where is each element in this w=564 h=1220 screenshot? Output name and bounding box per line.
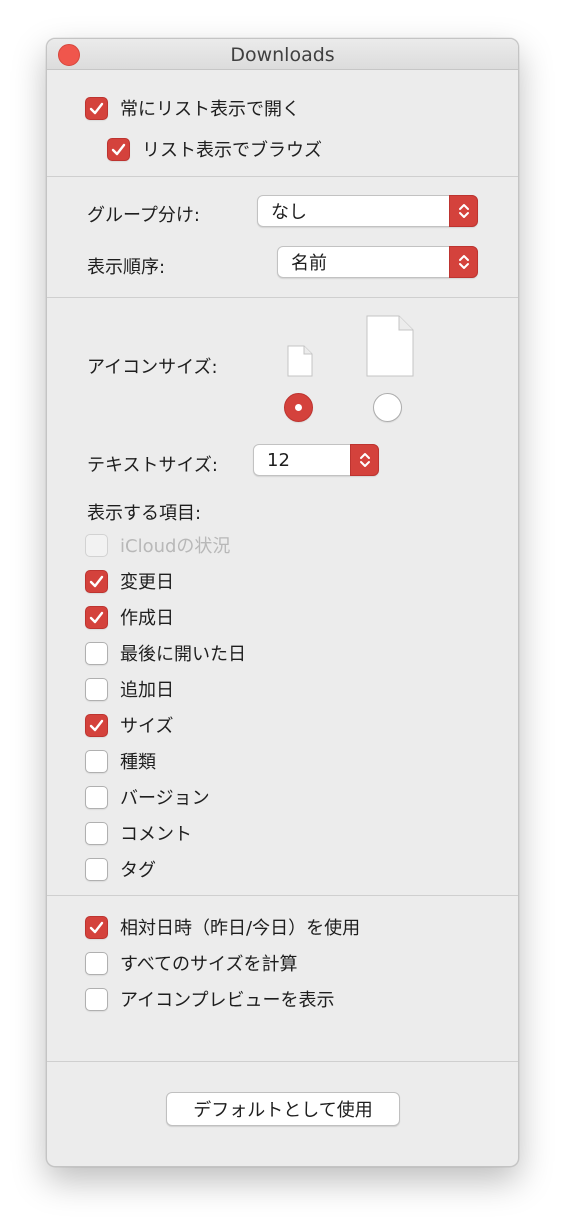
option-checkbox-row[interactable]: 作成日: [85, 604, 174, 630]
checkbox-box[interactable]: [85, 605, 108, 629]
checkbox-box[interactable]: [107, 137, 130, 161]
checkbox-box[interactable]: [85, 749, 108, 773]
browse-list-checkbox[interactable]: リスト表示でブラウズ: [107, 136, 322, 162]
checkbox-box[interactable]: [85, 96, 108, 120]
always-open-list-checkbox[interactable]: 常にリスト表示で開く: [85, 95, 300, 121]
large-icon-radio[interactable]: [373, 393, 402, 422]
option-checkbox-row[interactable]: アイコンプレビューを表示: [85, 986, 335, 1012]
group-by-popup[interactable]: なし: [257, 195, 478, 227]
divider: [47, 176, 518, 177]
title-bar[interactable]: Downloads: [47, 39, 518, 70]
option-checkbox-row[interactable]: すべてのサイズを計算: [85, 950, 297, 976]
view-options-window: Downloads 常にリスト表示で開く リスト表示でブラウズ グループ分け: …: [46, 38, 519, 1167]
sort-by-popup[interactable]: 名前: [277, 246, 478, 278]
popup-stepper[interactable]: [449, 195, 478, 227]
checkbox-box[interactable]: [85, 857, 108, 881]
checkbox-label: バージョン: [120, 788, 210, 809]
group-by-label: グループ分け:: [87, 205, 200, 226]
option-checkbox-row[interactable]: コメント: [85, 820, 192, 846]
checkbox-label: リスト表示でブラウズ: [142, 140, 322, 161]
checkbox-box[interactable]: [85, 677, 108, 701]
checkbox-label: サイズ: [120, 716, 174, 737]
popup-stepper[interactable]: [350, 444, 379, 476]
checkbox-box[interactable]: [85, 785, 108, 809]
checkbox-label: 相対日時（昨日/今日）を使用: [120, 918, 361, 939]
updown-chevron-icon: [359, 453, 370, 467]
checkbox-label: アイコンプレビューを表示: [120, 990, 335, 1011]
large-document-icon: [366, 315, 414, 377]
window-title: Downloads: [230, 44, 335, 66]
checkbox-label: 最後に開いた日: [120, 644, 246, 665]
checkbox-box[interactable]: [85, 987, 108, 1011]
checkbox-box[interactable]: [85, 821, 108, 845]
radio-dot: [295, 404, 302, 411]
divider: [47, 297, 518, 298]
small-document-icon: [287, 345, 313, 377]
icon-size-label: アイコンサイズ:: [87, 357, 218, 378]
checkbox-label: 作成日: [120, 608, 174, 629]
option-checkbox-row[interactable]: 相対日時（昨日/今日）を使用: [85, 914, 360, 940]
checkbox-label: コメント: [120, 824, 192, 845]
show-columns-heading: 表示する項目:: [87, 503, 202, 524]
small-icon-radio[interactable]: [284, 393, 313, 422]
checkmark-icon: [89, 611, 104, 623]
text-size-value: 12: [267, 449, 290, 471]
checkmark-icon: [89, 719, 104, 731]
checkbox-label: すべてのサイズを計算: [120, 954, 298, 975]
checkmark-icon: [89, 575, 104, 587]
option-checkbox-row: iCloudの状況: [85, 532, 230, 558]
checkbox-box[interactable]: [85, 951, 108, 975]
checkbox-label: タグ: [120, 860, 156, 881]
option-checkbox-row[interactable]: 種類: [85, 748, 156, 774]
use-as-defaults-button[interactable]: デフォルトとして使用: [166, 1092, 400, 1126]
checkmark-icon: [111, 143, 126, 155]
group-by-value: なし: [271, 202, 307, 223]
checkbox-box[interactable]: [85, 915, 108, 939]
updown-chevron-icon: [458, 255, 469, 269]
checkbox-label: iCloudの状況: [120, 536, 231, 557]
option-checkbox-row[interactable]: サイズ: [85, 712, 173, 738]
checkbox-label: 種類: [120, 752, 156, 773]
checkmark-icon: [89, 102, 104, 114]
checkbox-box[interactable]: [85, 569, 108, 593]
sort-by-value: 名前: [291, 253, 327, 274]
checkbox-box[interactable]: [85, 713, 108, 737]
checkbox-box: [85, 533, 108, 557]
sort-by-label: 表示順序:: [87, 257, 166, 278]
text-size-label: テキストサイズ:: [87, 455, 218, 476]
checkbox-label: 追加日: [120, 680, 174, 701]
checkbox-label: 変更日: [120, 572, 174, 593]
divider: [47, 1061, 518, 1062]
divider: [47, 895, 518, 896]
checkmark-icon: [89, 921, 104, 933]
option-checkbox-row[interactable]: タグ: [85, 856, 156, 882]
option-checkbox-row[interactable]: 最後に開いた日: [85, 640, 246, 666]
option-checkbox-row[interactable]: 変更日: [85, 568, 174, 594]
option-checkbox-row[interactable]: バージョン: [85, 784, 210, 810]
checkbox-label: 常にリスト表示で開く: [120, 99, 300, 120]
text-size-popup[interactable]: 12: [253, 444, 379, 476]
checkbox-box[interactable]: [85, 641, 108, 665]
option-checkbox-row[interactable]: 追加日: [85, 676, 174, 702]
popup-stepper[interactable]: [449, 246, 478, 278]
updown-chevron-icon: [458, 204, 469, 218]
